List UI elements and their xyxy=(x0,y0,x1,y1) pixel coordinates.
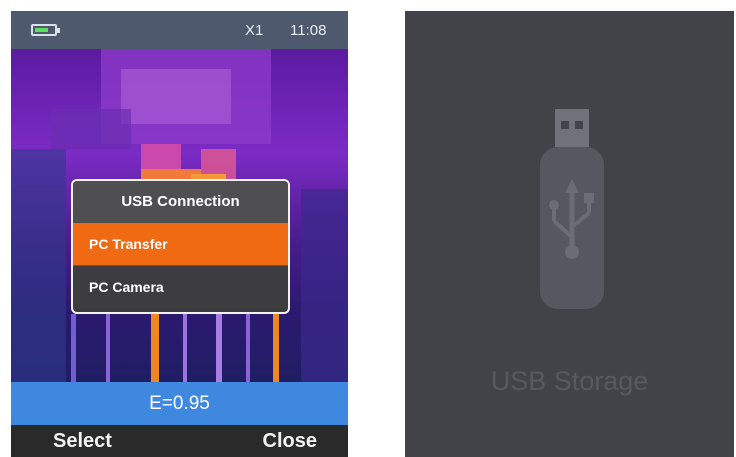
usb-connection-menu: USB Connection PC Transfer PC Camera xyxy=(71,179,290,314)
usb-storage-screen: USB Storage xyxy=(405,11,734,457)
emissivity-bar: E=0.95 xyxy=(11,382,348,425)
battery-icon xyxy=(31,24,60,36)
usb-drive-icon xyxy=(540,109,604,309)
close-softkey[interactable]: Close xyxy=(263,430,317,453)
menu-title: USB Connection xyxy=(73,181,288,223)
usb-storage-label: USB Storage xyxy=(490,366,649,396)
clock: 11:08 xyxy=(290,22,327,39)
zoom-level: X1 xyxy=(245,22,264,39)
select-softkey[interactable]: Select xyxy=(53,430,112,453)
softkey-bar: Select Close xyxy=(11,425,348,457)
thermal-camera-screen: X1 11:08 USB Connection PC Transfer PC C… xyxy=(11,11,348,457)
menu-item-pc-transfer[interactable]: PC Transfer xyxy=(73,223,288,265)
status-bar: X1 11:08 xyxy=(11,11,348,49)
menu-item-pc-camera[interactable]: PC Camera xyxy=(73,265,288,308)
